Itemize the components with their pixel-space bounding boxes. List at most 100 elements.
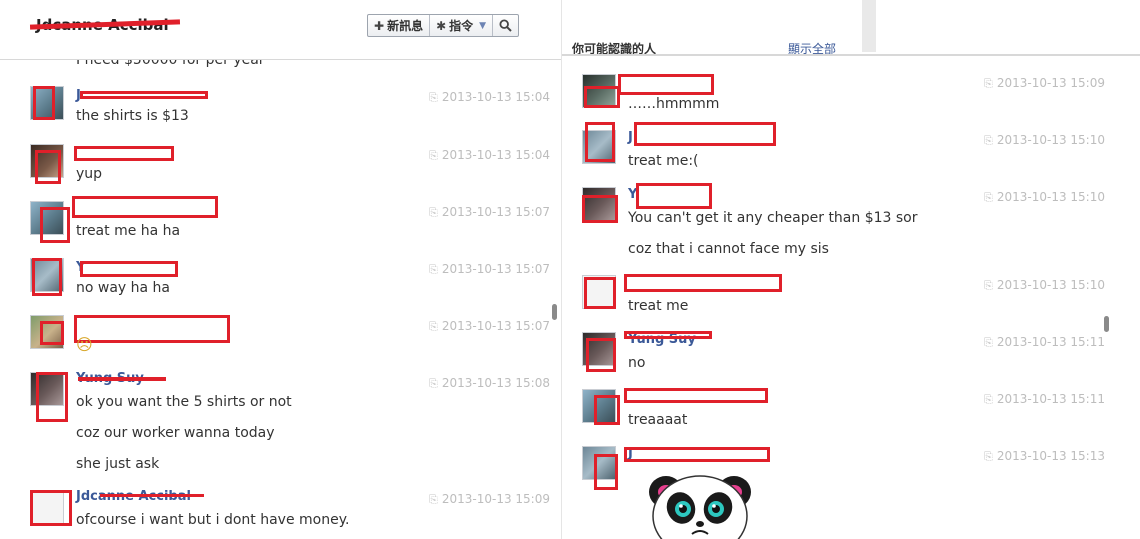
timestamp: ⎘ 2013-10-13 15:11 — [984, 392, 1105, 407]
section-divider — [562, 54, 1140, 56]
avatar-redaction — [30, 490, 72, 526]
avatar-redaction — [40, 321, 64, 345]
message: J ⎘ 2013-10-13 15:04 the shirts is $13 — [0, 86, 552, 142]
message: I need $50000 for per year — [0, 60, 552, 82]
avatar-redaction — [586, 338, 616, 372]
name-redaction — [72, 196, 218, 218]
reply-icon: ⎘ — [429, 493, 438, 506]
reply-icon: ⎘ — [984, 77, 993, 90]
message-text: no way ha ha — [76, 280, 171, 296]
reply-icon: ⎘ — [984, 279, 993, 292]
search-button[interactable] — [493, 15, 518, 36]
message-text: treat me — [628, 298, 689, 314]
new-message-button[interactable]: ✚ 新訊息 — [368, 15, 431, 36]
avatar-redaction — [594, 395, 620, 425]
message: ⎘ 2013-10-13 15:07 ☹ — [0, 315, 552, 371]
sender-name[interactable]: J — [628, 130, 633, 145]
conversation-header: Jdcanne Accibal ✚ 新訊息 ✱ 指令 ▼ — [0, 0, 561, 60]
reply-icon: ⎘ — [429, 206, 438, 219]
message-text: no — [628, 355, 646, 371]
conversation-pane-left: Jdcanne Accibal ✚ 新訊息 ✱ 指令 ▼ I need $50 — [0, 0, 562, 539]
message-list-right[interactable]: ⎘ 2013-10-13 15:09 ……hmmmm J ⎘ 2013-10-13 … — [562, 60, 1140, 539]
timestamp: ⎘ 2013-10-13 15:07 — [429, 205, 550, 220]
timestamp-text: 2013-10-13 15:04 — [441, 148, 550, 162]
timestamp-text: 2013-10-13 15:09 — [441, 492, 550, 506]
reply-icon: ⎘ — [984, 134, 993, 147]
message: J ⎘ 2013-10-13 15:13 — [562, 442, 1107, 512]
timestamp: ⎘ 2013-10-13 15:10 — [984, 133, 1105, 148]
message-text: treaaaat — [628, 412, 688, 428]
name-redaction — [618, 74, 714, 95]
name-redaction — [624, 447, 770, 462]
timestamp: ⎘ 2013-10-13 15:07 — [429, 262, 550, 277]
timestamp-text: 2013-10-13 15:07 — [441, 205, 550, 219]
avatar-redaction — [32, 258, 62, 296]
reply-icon: ⎘ — [429, 149, 438, 162]
reply-icon: ⎘ — [984, 336, 993, 349]
message: ⎘ 2013-10-13 15:07 treat me ha ha — [0, 196, 552, 257]
people-you-may-know: 你可能認識的人 顯示全部 — [562, 0, 862, 56]
chevron-down-icon: ▼ — [479, 20, 487, 31]
timestamp: ⎘ 2013-10-13 15:04 — [429, 148, 550, 163]
message-text: treat me ha ha — [76, 223, 181, 239]
timestamp-text: 2013-10-13 15:10 — [996, 133, 1105, 147]
timestamp-text: 2013-10-13 15:08 — [441, 376, 550, 390]
reply-icon: ⎘ — [429, 377, 438, 390]
timestamp-text: 2013-10-13 15:11 — [996, 392, 1105, 406]
name-redaction — [80, 261, 178, 277]
message-text: she just ask — [76, 456, 160, 472]
message-text: You can't get it any cheaper than $13 so… — [628, 210, 918, 226]
actions-menu-button[interactable]: ✱ 指令 ▼ — [430, 15, 494, 36]
reply-icon: ⎘ — [984, 450, 993, 463]
message-text: coz that i cannot face my sis — [628, 241, 829, 257]
timestamp-text: 2013-10-13 15:11 — [996, 335, 1105, 349]
message: Y ⎘ 2013-10-13 15:10 You can't get it any… — [562, 183, 1107, 271]
timestamp: ⎘ 2013-10-13 15:10 — [984, 190, 1105, 205]
reply-icon: ⎘ — [429, 91, 438, 104]
name-redaction — [74, 315, 230, 343]
avatar-redaction — [584, 277, 616, 309]
timestamp: ⎘ 2013-10-13 15:13 — [984, 449, 1105, 464]
message-text: the shirts is $13 — [76, 108, 189, 124]
message: ⎘ 2013-10-13 15:04 yup — [0, 144, 552, 200]
avatar-redaction — [36, 372, 68, 422]
message: ⎘ 2013-10-13 15:09 ……hmmmm — [562, 70, 1107, 126]
panda-sticker — [649, 475, 751, 539]
message-text: ☹ — [76, 335, 93, 354]
reply-icon: ⎘ — [984, 393, 993, 406]
message: Y ⎘ 2013-10-13 15:07 no way ha ha — [0, 258, 552, 314]
name-redaction — [634, 122, 776, 146]
message-text: treat me:( — [628, 153, 699, 169]
name-redaction — [624, 274, 782, 292]
actions-label: 指令 — [449, 19, 474, 33]
scrollbar-thumb[interactable] — [552, 304, 557, 320]
message-text: ofcourse i want but i dont have money. — [76, 512, 350, 528]
timestamp-text: 2013-10-13 15:13 — [996, 449, 1105, 463]
avatar-redaction — [584, 86, 620, 108]
gear-icon: ✱ — [436, 18, 447, 33]
reply-icon: ⎘ — [984, 191, 993, 204]
name-redaction — [80, 91, 208, 99]
plus-icon: ✚ — [374, 18, 385, 33]
name-redaction — [636, 183, 712, 209]
message: Yung Suy ⎘ 2013-10-13 15:11 no — [562, 328, 1107, 384]
timestamp: ⎘ 2013-10-13 15:09 — [429, 492, 550, 507]
message-text: ……hmmmm — [628, 96, 720, 112]
avatar-redaction — [594, 454, 618, 490]
conversation-toolbar: ✚ 新訊息 ✱ 指令 ▼ — [367, 14, 520, 37]
column-divider — [862, 0, 876, 52]
message: J ⎘ 2013-10-13 15:10 treat me:( — [562, 122, 1107, 182]
reply-icon: ⎘ — [429, 320, 438, 333]
timestamp-text: 2013-10-13 15:10 — [996, 190, 1105, 204]
scrollbar-thumb[interactable] — [1104, 316, 1109, 332]
message-list-left[interactable]: I need $50000 for per year J ⎘ 2013-10-13… — [0, 60, 561, 539]
timestamp: ⎘ 2013-10-13 15:09 — [984, 76, 1105, 91]
timestamp: ⎘ 2013-10-13 15:08 — [429, 376, 550, 391]
avatar-redaction — [585, 122, 615, 162]
message-text: I need $50000 for per year — [76, 60, 265, 68]
name-redaction — [78, 377, 166, 381]
message-text: yup — [76, 166, 103, 182]
timestamp: ⎘ 2013-10-13 15:04 — [429, 90, 550, 105]
avatar-redaction — [40, 207, 70, 243]
timestamp-text: 2013-10-13 15:09 — [996, 76, 1105, 90]
